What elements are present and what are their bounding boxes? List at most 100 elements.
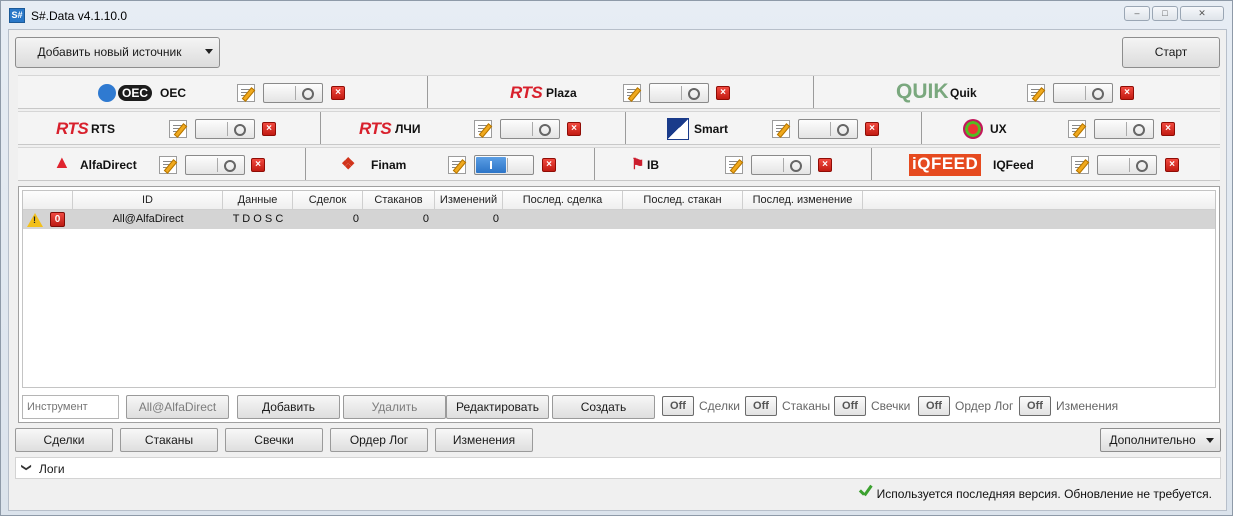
tab-depths[interactable]: Стаканы — [120, 428, 218, 452]
delete-icon[interactable]: × — [716, 86, 730, 100]
add-button[interactable]: Добавить — [237, 395, 340, 419]
delete-icon[interactable]: × — [331, 86, 345, 100]
edit-icon[interactable] — [1068, 120, 1086, 138]
source-toggle-lchi[interactable] — [500, 119, 560, 139]
logs-expander[interactable]: ❯ Логи — [15, 457, 1221, 479]
source-cell-lchi: RTS ЛЧИ × — [321, 112, 626, 144]
source-toggle-plaza[interactable] — [649, 83, 709, 103]
edit-icon[interactable] — [159, 156, 177, 174]
tab-trades[interactable]: Сделки — [15, 428, 113, 452]
source-cell-oec: OEC OEC × — [18, 76, 428, 108]
toggle-knob — [1085, 86, 1109, 100]
toggle-on-indicator — [476, 157, 506, 173]
delete-icon[interactable]: × — [542, 158, 556, 172]
ux-logo — [963, 119, 983, 139]
error-icon[interactable]: 0 — [50, 212, 65, 227]
edit-icon[interactable] — [448, 156, 466, 174]
column-header-id[interactable]: ID — [73, 191, 223, 210]
toggle-knob — [783, 158, 807, 172]
securities-grid[interactable]: ID Данные Сделок Стаканов Изменений Посл… — [22, 190, 1216, 388]
table-row[interactable]: 0 All@AlfaDirect T D O S C 0 0 0 — [23, 210, 1215, 229]
add-source-dropdown[interactable]: Добавить новый источник — [15, 37, 220, 68]
edit-icon[interactable] — [1027, 84, 1045, 102]
grid-header: ID Данные Сделок Стаканов Изменений Посл… — [23, 191, 1215, 210]
source-toggle-ib[interactable] — [751, 155, 811, 175]
source-toggle-finam[interactable] — [474, 155, 534, 175]
source-toggle-iqfeed[interactable] — [1097, 155, 1157, 175]
tab-changes[interactable]: Изменения — [435, 428, 533, 452]
delete-icon[interactable]: × — [865, 122, 879, 136]
changes-off-toggle[interactable]: Off — [1019, 396, 1051, 416]
source-toggle-oec[interactable] — [263, 83, 323, 103]
delete-icon[interactable]: × — [1161, 122, 1175, 136]
security-selector[interactable]: All@AlfaDirect — [126, 395, 229, 419]
source-name-smart: Smart — [694, 122, 729, 136]
rts-logo: RTS — [359, 119, 392, 138]
app-icon: S# — [9, 8, 25, 23]
source-toggle-ux[interactable] — [1094, 119, 1154, 139]
tab-candles[interactable]: Свечки — [225, 428, 323, 452]
iqfeed-logo: iQFEED — [909, 154, 982, 176]
edit-icon[interactable] — [1071, 156, 1089, 174]
status-text: Используется последняя версия. Обновлени… — [876, 487, 1212, 501]
trades-off-toggle[interactable]: Off — [662, 396, 694, 416]
column-header-changes[interactable]: Изменений — [435, 191, 503, 210]
candles-off-toggle[interactable]: Off — [834, 396, 866, 416]
edit-button[interactable]: Редактировать — [446, 395, 549, 419]
start-button[interactable]: Старт — [1122, 37, 1220, 68]
edit-icon[interactable] — [772, 120, 790, 138]
column-header-data[interactable]: Данные — [223, 191, 293, 210]
depths-off-toggle[interactable]: Off — [745, 396, 777, 416]
delete-icon[interactable]: × — [567, 122, 581, 136]
edit-icon[interactable] — [237, 84, 255, 102]
edit-icon[interactable] — [474, 120, 492, 138]
column-header-depths[interactable]: Стаканов — [363, 191, 435, 210]
source-cell-alfadirect: ▲ AlfaDirect × — [18, 148, 306, 180]
title-bar[interactable]: S# S#.Data v4.1.10.0 – □ ✕ — [1, 1, 1232, 29]
quik-logo: QUIK — [896, 80, 949, 103]
delete-icon[interactable]: × — [1165, 158, 1179, 172]
alfadirect-logo: ▲ — [53, 152, 71, 172]
tab-orderlog[interactable]: Ордер Лог — [330, 428, 428, 452]
column-header-trades[interactable]: Сделок — [293, 191, 363, 210]
minimize-button[interactable]: – — [1124, 6, 1150, 21]
securities-panel: ID Данные Сделок Стаканов Изменений Посл… — [18, 186, 1220, 423]
edit-icon[interactable] — [623, 84, 641, 102]
more-dropdown[interactable]: Дополнительно — [1100, 428, 1221, 452]
cell-depths: 0 — [422, 213, 429, 225]
source-toggle-smart[interactable] — [798, 119, 858, 139]
close-button[interactable]: ✕ — [1180, 6, 1224, 21]
delete-icon[interactable]: × — [262, 122, 276, 136]
source-name-alfadirect: AlfaDirect — [80, 158, 137, 172]
delete-icon[interactable]: × — [251, 158, 265, 172]
source-toggle-rts[interactable] — [195, 119, 255, 139]
depths-toggle-label: Стаканы — [782, 399, 831, 413]
more-label: Дополнительно — [1109, 433, 1196, 447]
toggle-knob — [295, 86, 319, 100]
sources-row-3: ▲ AlfaDirect × ❖ Finam × ⚑ IB × iQFEED I… — [18, 147, 1220, 181]
cell-data: T D O S C — [232, 213, 284, 225]
edit-icon[interactable] — [725, 156, 743, 174]
delete-button[interactable]: Удалить — [343, 395, 446, 419]
instrument-input[interactable] — [22, 395, 119, 419]
source-toggle-alfadirect[interactable] — [185, 155, 245, 175]
rts-logo: RTS — [56, 119, 89, 138]
column-header-status[interactable] — [23, 191, 73, 210]
source-name-ux: UX — [990, 122, 1007, 136]
ib-logo: ⚑ — [631, 156, 645, 173]
column-header-last-depth[interactable]: Послед. стакан — [623, 191, 743, 210]
logs-label: Логи — [39, 462, 65, 476]
main-panel: Добавить новый источник Старт OEC OEC × … — [8, 29, 1227, 511]
column-header-last-change[interactable]: Послед. изменение — [743, 191, 863, 210]
edit-icon[interactable] — [169, 120, 187, 138]
maximize-button[interactable]: □ — [1152, 6, 1178, 21]
create-button[interactable]: Создать — [552, 395, 655, 419]
delete-icon[interactable]: × — [818, 158, 832, 172]
toggle-knob — [681, 86, 705, 100]
delete-icon[interactable]: × — [1120, 86, 1134, 100]
source-toggle-quik[interactable] — [1053, 83, 1113, 103]
orderlog-off-toggle[interactable]: Off — [918, 396, 950, 416]
smart-logo — [667, 118, 689, 140]
trades-toggle-label: Сделки — [699, 399, 740, 413]
column-header-last-trade[interactable]: Послед. сделка — [503, 191, 623, 210]
